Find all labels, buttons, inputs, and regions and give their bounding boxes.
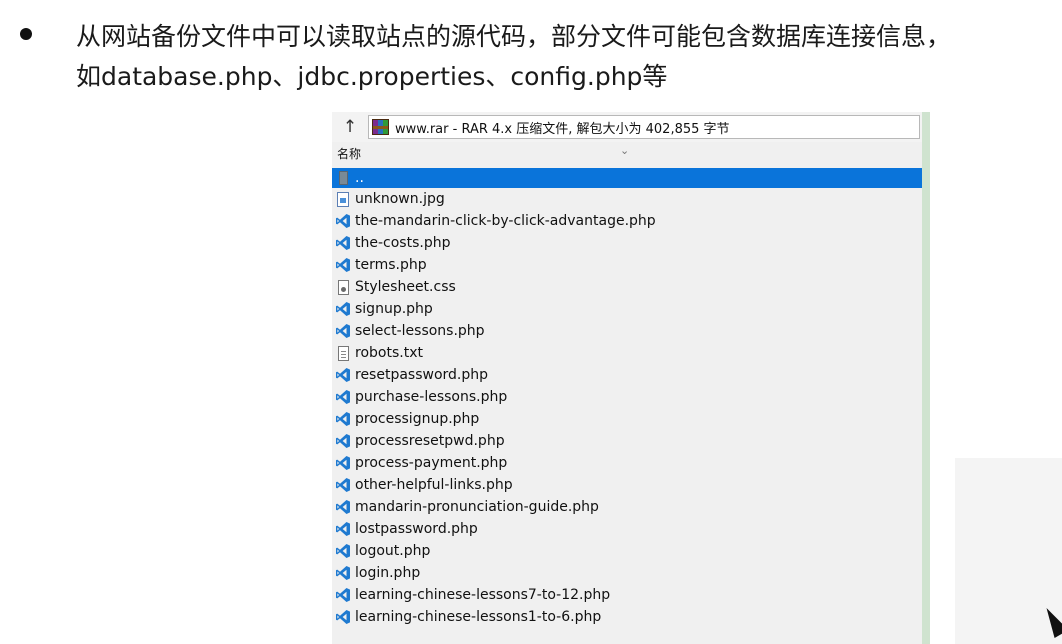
file-name: the-costs.php (355, 235, 451, 251)
vscode-php-file-icon (335, 499, 351, 515)
up-button[interactable]: ↑ (332, 114, 368, 140)
file-row[interactable]: purchase-lessons.php (332, 386, 922, 408)
vscode-php-file-icon (335, 543, 351, 559)
file-row[interactable]: signup.php (332, 298, 922, 320)
file-row[interactable]: logout.php (332, 540, 922, 562)
file-row[interactable]: learning-chinese-lessons1-to-6.php (332, 606, 922, 628)
file-name: signup.php (355, 301, 433, 317)
file-row[interactable]: terms.php (332, 254, 922, 276)
file-name: processignup.php (355, 411, 480, 427)
file-row[interactable]: robots.txt (332, 342, 922, 364)
vscode-php-file-icon (335, 433, 351, 449)
folder-up-icon (335, 170, 351, 186)
file-row[interactable]: .. (332, 168, 922, 188)
file-name: the-mandarin-click-by-click-advantage.ph… (355, 213, 656, 229)
archive-window: ↑ www.rar - RAR 4.x 压缩文件, 解包大小为 402,855 … (332, 112, 930, 644)
file-name: unknown.jpg (355, 191, 445, 207)
vscode-php-file-icon (335, 367, 351, 383)
vscode-php-file-icon (335, 213, 351, 229)
file-row[interactable]: select-lessons.php (332, 320, 922, 342)
file-row[interactable]: login.php (332, 562, 922, 584)
vscode-php-file-icon (335, 455, 351, 471)
file-row[interactable]: process-payment.php (332, 452, 922, 474)
vscode-php-file-icon (335, 587, 351, 603)
file-name: terms.php (355, 257, 427, 273)
file-name: login.php (355, 565, 421, 581)
address-text: www.rar - RAR 4.x 压缩文件, 解包大小为 402,855 字节 (395, 121, 730, 137)
file-name: process-payment.php (355, 455, 508, 471)
file-name: select-lessons.php (355, 323, 485, 339)
file-name: learning-chinese-lessons7-to-12.php (355, 587, 611, 603)
file-row[interactable]: Stylesheet.css (332, 276, 922, 298)
bullet-text-line-2: 如database.php、jdbc.properties、config.php… (76, 62, 668, 91)
toolbar: ↑ www.rar - RAR 4.x 压缩文件, 解包大小为 402,855 … (332, 112, 922, 142)
file-row[interactable]: processignup.php (332, 408, 922, 430)
rar-archive-icon (372, 119, 389, 135)
file-row[interactable]: resetpassword.php (332, 364, 922, 386)
file-name: learning-chinese-lessons1-to-6.php (355, 609, 602, 625)
vscode-php-file-icon (335, 235, 351, 251)
file-row[interactable]: other-helpful-links.php (332, 474, 922, 496)
file-row[interactable]: the-mandarin-click-by-click-advantage.ph… (332, 210, 922, 232)
vscode-php-file-icon (335, 323, 351, 339)
file-name: robots.txt (355, 345, 423, 361)
vscode-php-file-icon (335, 521, 351, 537)
vscode-php-file-icon (335, 411, 351, 427)
file-row[interactable]: the-costs.php (332, 232, 922, 254)
file-name: mandarin-pronunciation-guide.php (355, 499, 599, 515)
image-file-icon (335, 191, 351, 207)
file-name: resetpassword.php (355, 367, 489, 383)
bullet-text-line-1: 从网站备份文件中可以读取站点的源代码，部分文件可能包含数据库连接信息， (76, 22, 952, 51)
sort-chevron-icon: ⌄ (620, 144, 630, 157)
file-name: purchase-lessons.php (355, 389, 508, 405)
column-header-label: 名称 (337, 147, 362, 161)
file-row[interactable]: lostpassword.php (332, 518, 922, 540)
file-name: .. (355, 170, 364, 186)
file-row[interactable]: processresetpwd.php (332, 430, 922, 452)
vscode-php-file-icon (335, 389, 351, 405)
file-name: logout.php (355, 543, 431, 559)
file-list: .. unknown.jpg the-mandarin-click-by-click… (332, 168, 922, 628)
file-name: Stylesheet.css (355, 279, 456, 295)
file-name: processresetpwd.php (355, 433, 505, 449)
bullet-icon (20, 28, 32, 40)
css-file-icon (335, 279, 351, 295)
file-row[interactable]: mandarin-pronunciation-guide.php (332, 496, 922, 518)
column-header-name[interactable]: 名称 ⌄ (332, 144, 922, 164)
vscode-php-file-icon (335, 565, 351, 581)
vscode-php-file-icon (335, 477, 351, 493)
file-row[interactable]: unknown.jpg (332, 188, 922, 210)
file-name: other-helpful-links.php (355, 477, 513, 493)
vscode-php-file-icon (335, 301, 351, 317)
vscode-php-file-icon (335, 609, 351, 625)
file-name: lostpassword.php (355, 521, 478, 537)
vscode-php-file-icon (335, 257, 351, 273)
file-row[interactable]: learning-chinese-lessons7-to-12.php (332, 584, 922, 606)
text-file-icon (335, 345, 351, 361)
address-bar[interactable]: www.rar - RAR 4.x 压缩文件, 解包大小为 402,855 字节 (368, 115, 920, 139)
